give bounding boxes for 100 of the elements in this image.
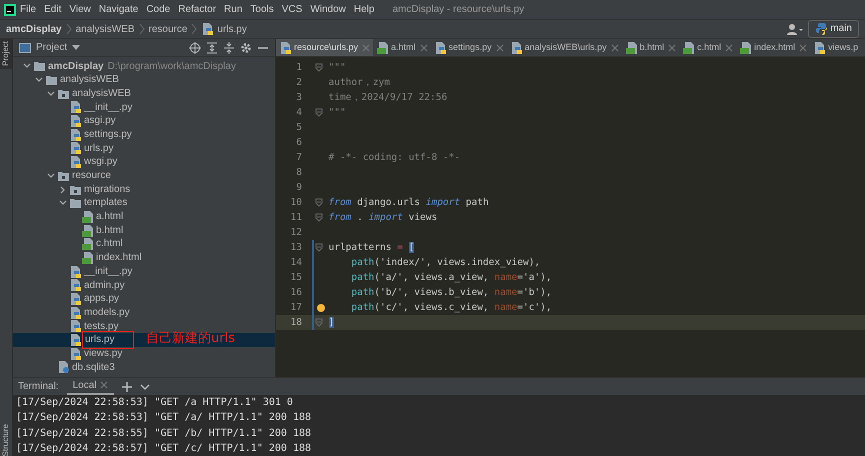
caret-down-icon[interactable] (35, 76, 43, 84)
tree-item[interactable]: __init__.py (13, 100, 275, 114)
run-config-button[interactable]: main (808, 20, 859, 38)
breadcrumb-item[interactable]: analysisWEB (76, 22, 134, 36)
side-tab[interactable]: Structure (0, 418, 12, 456)
user-icon (786, 23, 803, 35)
terminal-line: [17/Sep/2024 22:58:55] "GET /b/ HTTP/1.1" 200 188 (15, 426, 312, 441)
tree-item[interactable]: urls.py 自己新建的urls (13, 333, 275, 347)
caret-down-icon[interactable] (47, 172, 55, 180)
terminal-line: [17/Sep/2024 22:58:53] "GET /a/ HTTP/1.1" 200 188 (15, 411, 312, 426)
editor-tab[interactable]: analysisWEB\urls.py (506, 39, 622, 56)
menu-item[interactable]: Help (350, 0, 378, 19)
python-file-icon (510, 40, 523, 54)
line-number: 9 (295, 180, 303, 195)
line-number: 17 (290, 301, 303, 316)
tree-item[interactable]: models.py (13, 306, 275, 320)
tree-item[interactable]: migrations (13, 182, 275, 196)
menu-item[interactable]: Edit (40, 0, 66, 19)
tree-item[interactable]: analysisWEB (13, 86, 275, 101)
plus-icon (122, 382, 132, 392)
python-file-icon (69, 306, 82, 320)
code-line: """ (328, 60, 346, 74)
html-file-icon (81, 224, 94, 238)
lightbulb-icon[interactable] (316, 304, 324, 312)
fold-icon[interactable] (315, 108, 323, 117)
line-number: 2 (295, 76, 303, 90)
close-icon (668, 44, 676, 52)
chevron-icon (138, 23, 144, 35)
settings-icon (240, 42, 252, 54)
close-icon (799, 44, 808, 52)
caret-down-icon[interactable] (23, 62, 31, 70)
breadcrumb-item[interactable]: resource (148, 22, 188, 36)
python-file-icon (279, 40, 292, 54)
editor-tab[interactable]: c.html (679, 39, 736, 56)
close-icon (610, 44, 619, 52)
tree-item[interactable]: db.sqlite3 (13, 360, 275, 374)
tree-item[interactable]: amcDisplay D:\program\work\amcDisplay (13, 60, 275, 74)
fold-icon[interactable] (315, 62, 323, 72)
tree-item[interactable]: c.html (13, 237, 275, 252)
menu-item[interactable]: VCS (278, 0, 306, 19)
menu-item[interactable]: Code (142, 0, 174, 19)
editor-tab[interactable]: index.html (736, 39, 810, 56)
caret-down-icon[interactable] (59, 199, 67, 208)
tree-item[interactable]: asgi.py (13, 114, 275, 128)
tree-item[interactable]: wsgi.py (13, 155, 275, 169)
tree-item[interactable]: a.html (13, 210, 275, 224)
html-file-icon (682, 40, 696, 54)
close-icon (420, 44, 428, 52)
tree-item[interactable]: analysisWEB (13, 73, 275, 87)
menu-item[interactable]: Window (306, 0, 350, 19)
tree-item[interactable]: __init__.py (13, 264, 275, 278)
python-file-icon (69, 155, 82, 170)
line-number: 15 (290, 271, 303, 286)
tree-item[interactable]: views.py (13, 346, 275, 361)
menu-item[interactable]: Navigate (94, 0, 142, 19)
chevron-icon (66, 23, 72, 35)
fold-icon[interactable] (315, 243, 323, 252)
caret-right-icon[interactable] (59, 186, 67, 194)
line-number: 8 (295, 166, 303, 180)
tree-item[interactable]: admin.py (13, 278, 275, 292)
code-line: urlpatterns = [ (328, 241, 414, 256)
panel-title[interactable]: Project (36, 40, 68, 55)
tree-item[interactable]: templates (13, 196, 275, 210)
code-line: path('c/', views.c_view, name='c'), (350, 301, 552, 316)
python-file-icon (813, 40, 826, 54)
tree-item[interactable]: resource (13, 169, 275, 183)
fold-icon[interactable] (315, 198, 323, 207)
folder-icon (69, 196, 82, 210)
tree-item[interactable]: index.html (13, 251, 275, 265)
chevron-down-icon (140, 382, 150, 392)
caret-down-icon[interactable] (47, 90, 55, 98)
close-icon (362, 44, 370, 52)
menu-item[interactable]: Run (220, 0, 246, 19)
tree-item[interactable]: b.html (13, 224, 275, 238)
fold-icon[interactable] (315, 212, 323, 222)
python-icon (814, 22, 828, 36)
editor-tab[interactable]: resource\urls.py (276, 39, 374, 56)
side-tab[interactable]: Project (0, 39, 12, 69)
python-file-icon (69, 100, 82, 114)
python-file-icon (69, 264, 82, 279)
terminal-tab[interactable]: Local (66, 378, 114, 395)
tree-item[interactable]: settings.py (13, 128, 275, 142)
editor-tab[interactable]: settings.py (430, 39, 507, 56)
line-number: 16 (290, 286, 303, 300)
python-file-icon (69, 346, 82, 361)
editor-tab[interactable]: b.html (622, 39, 680, 56)
editor-tab[interactable]: views.p (810, 39, 862, 56)
tree-item[interactable]: urls.py (13, 142, 275, 156)
editor-tab[interactable]: a.html (373, 39, 431, 56)
menu-item[interactable]: File (16, 0, 40, 19)
menu-item[interactable]: Refactor (174, 0, 220, 19)
code-line: path('index/', views.index_view), (350, 256, 540, 270)
menu-item[interactable]: Tools (246, 0, 278, 19)
html-file-icon (81, 250, 94, 265)
tree-item[interactable]: apps.py (13, 292, 275, 306)
menu-item[interactable]: View (65, 0, 95, 19)
python-file-icon (69, 333, 82, 348)
breadcrumb-item[interactable]: urls.py (217, 22, 247, 36)
breadcrumb-item[interactable]: amcDisplay (6, 22, 62, 36)
line-number: 7 (295, 150, 303, 165)
